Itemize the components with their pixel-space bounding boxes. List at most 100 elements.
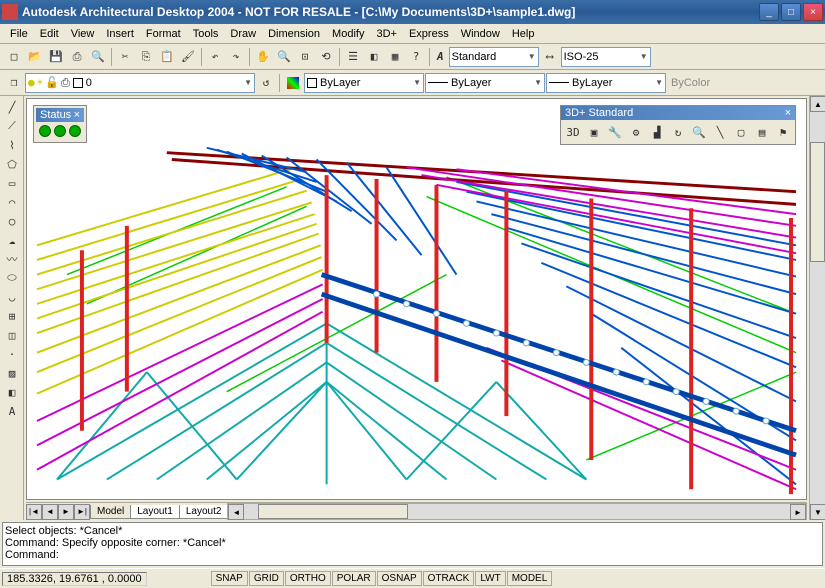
ellipse-tool[interactable]: ⬭ bbox=[2, 269, 22, 287]
color-button[interactable] bbox=[283, 73, 303, 93]
redo-button[interactable]: ↷ bbox=[226, 47, 246, 67]
color-combo[interactable]: ByLayer ▼ bbox=[304, 73, 424, 93]
coordinates-display[interactable]: 185.3326, 19.6761 , 0.0000 bbox=[2, 572, 147, 586]
command-window[interactable]: Select objects: *Cancel* Command: Specif… bbox=[2, 522, 823, 566]
osnap-toggle[interactable]: OSNAP bbox=[377, 571, 422, 586]
print-button[interactable]: ⎙ bbox=[67, 47, 87, 67]
layer-manager-button[interactable]: ❒ bbox=[4, 73, 24, 93]
lwt-toggle[interactable]: LWT bbox=[475, 571, 505, 586]
scroll-down-button[interactable]: ▼ bbox=[810, 504, 825, 520]
menu-insert[interactable]: Insert bbox=[100, 26, 140, 42]
properties-button[interactable]: ☰ bbox=[343, 47, 363, 67]
scroll-right-button[interactable]: ► bbox=[790, 504, 806, 520]
maximize-button[interactable]: □ bbox=[781, 3, 801, 21]
ortho-toggle[interactable]: ORTHO bbox=[285, 571, 331, 586]
line-tool[interactable]: ╱ bbox=[2, 98, 22, 116]
undo-button[interactable]: ↶ bbox=[205, 47, 225, 67]
scroll-left-button[interactable]: ◄ bbox=[228, 504, 244, 520]
arc-tool[interactable]: ⌒ bbox=[2, 193, 22, 211]
dimstyle-button[interactable]: ⟷ bbox=[540, 47, 560, 67]
menu-draw[interactable]: Draw bbox=[224, 26, 262, 42]
designcenter-button[interactable]: ◧ bbox=[364, 47, 384, 67]
open-button[interactable]: 📂 bbox=[25, 47, 45, 67]
zoomprev-button[interactable]: ⟲ bbox=[316, 47, 336, 67]
model-toggle[interactable]: MODEL bbox=[507, 571, 553, 586]
otrack-toggle[interactable]: OTRACK bbox=[423, 571, 475, 586]
3d-button-4[interactable]: ⚙ bbox=[626, 122, 646, 142]
3dplus-toolbar-close[interactable]: × bbox=[785, 107, 791, 119]
menu-format[interactable]: Format bbox=[140, 26, 187, 42]
status-dot-2[interactable] bbox=[54, 125, 66, 137]
menu-modify[interactable]: Modify bbox=[326, 26, 370, 42]
menu-express[interactable]: Express bbox=[403, 26, 455, 42]
menu-file[interactable]: File bbox=[4, 26, 34, 42]
tab-first-button[interactable]: |◄ bbox=[26, 504, 42, 520]
cut-button[interactable]: ✂ bbox=[115, 47, 135, 67]
menu-view[interactable]: View bbox=[65, 26, 101, 42]
3d-button-2[interactable]: ▣ bbox=[584, 122, 604, 142]
text-tool[interactable]: A bbox=[2, 402, 22, 420]
3d-button-3[interactable]: 🔧 bbox=[605, 122, 625, 142]
spline-tool[interactable]: 〰 bbox=[2, 250, 22, 268]
grid-toggle[interactable]: GRID bbox=[249, 571, 284, 586]
matchprop-button[interactable]: 🖌 bbox=[178, 47, 198, 67]
xline-tool[interactable]: ⟋ bbox=[2, 117, 22, 135]
3d-button-8[interactable]: ╲ bbox=[710, 122, 730, 142]
tab-last-button[interactable]: ►| bbox=[74, 504, 90, 520]
hatch-tool[interactable]: ▨ bbox=[2, 364, 22, 382]
status-panel-titlebar[interactable]: Status × bbox=[36, 108, 84, 122]
revcloud-tool[interactable]: ☁ bbox=[2, 231, 22, 249]
vscrollbar[interactable]: ▲ ▼ bbox=[809, 96, 825, 520]
snap-toggle[interactable]: SNAP bbox=[211, 571, 248, 586]
ellipsearc-tool[interactable]: ◡ bbox=[2, 288, 22, 306]
rectangle-tool[interactable]: ▭ bbox=[2, 174, 22, 192]
makeblock-tool[interactable]: ◫ bbox=[2, 326, 22, 344]
status-panel-close[interactable]: × bbox=[74, 109, 80, 121]
dimstyle-combo[interactable]: ISO-25 ▼ bbox=[561, 47, 651, 67]
tab-model[interactable]: Model bbox=[90, 505, 131, 519]
menu-dimension[interactable]: Dimension bbox=[262, 26, 326, 42]
paste-button[interactable]: 📋 bbox=[157, 47, 177, 67]
3d-button-7[interactable]: 🔍 bbox=[689, 122, 709, 142]
status-dot-1[interactable] bbox=[39, 125, 51, 137]
lineweight-combo[interactable]: ByLayer ▼ bbox=[546, 73, 666, 93]
hscroll-thumb[interactable] bbox=[258, 504, 408, 519]
region-tool[interactable]: ◧ bbox=[2, 383, 22, 401]
3d-button-1[interactable]: 3D bbox=[563, 122, 583, 142]
zoom-button[interactable]: 🔍 bbox=[274, 47, 294, 67]
layerprev-button[interactable]: ↺ bbox=[256, 73, 276, 93]
tab-layout2[interactable]: Layout2 bbox=[179, 505, 229, 519]
tab-layout1[interactable]: Layout1 bbox=[130, 505, 180, 519]
status-dot-3[interactable] bbox=[69, 125, 81, 137]
linetype-combo[interactable]: ByLayer ▼ bbox=[425, 73, 545, 93]
save-button[interactable]: 💾 bbox=[46, 47, 66, 67]
3d-button-10[interactable]: ▤ bbox=[752, 122, 772, 142]
menu-help[interactable]: Help bbox=[506, 26, 541, 42]
help-button[interactable]: ? bbox=[406, 47, 426, 67]
drawing-canvas[interactable]: Status × 3D+ Standard × 3D ▣ 🔧 bbox=[26, 98, 807, 500]
polyline-tool[interactable]: ⌇ bbox=[2, 136, 22, 154]
insertblock-tool[interactable]: ⊞ bbox=[2, 307, 22, 325]
3d-button-5[interactable]: ▟ bbox=[647, 122, 667, 142]
menu-edit[interactable]: Edit bbox=[34, 26, 65, 42]
menu-3dplus[interactable]: 3D+ bbox=[370, 26, 403, 42]
3dplus-toolbar-titlebar[interactable]: 3D+ Standard × bbox=[561, 106, 795, 120]
point-tool[interactable]: · bbox=[2, 345, 22, 363]
tab-prev-button[interactable]: ◄ bbox=[42, 504, 58, 520]
preview-button[interactable]: 🔍 bbox=[88, 47, 108, 67]
new-button[interactable]: □ bbox=[4, 47, 24, 67]
circle-tool[interactable]: ○ bbox=[2, 212, 22, 230]
textstyle-combo[interactable]: Standard ▼ bbox=[449, 47, 539, 67]
copy-button[interactable]: ⎘ bbox=[136, 47, 156, 67]
3d-button-11[interactable]: ⚑ bbox=[773, 122, 793, 142]
3d-button-9[interactable]: ▢ bbox=[731, 122, 751, 142]
toolpalette-button[interactable]: ▦ bbox=[385, 47, 405, 67]
zoomwin-button[interactable]: ⊡ bbox=[295, 47, 315, 67]
menu-tools[interactable]: Tools bbox=[187, 26, 225, 42]
tab-next-button[interactable]: ► bbox=[58, 504, 74, 520]
pan-button[interactable]: ✋ bbox=[253, 47, 273, 67]
layer-combo[interactable]: ● ☀ 🔓 ⎙ 0 ▼ bbox=[25, 73, 255, 93]
polar-toggle[interactable]: POLAR bbox=[332, 571, 376, 586]
close-button[interactable]: × bbox=[803, 3, 823, 21]
minimize-button[interactable]: _ bbox=[759, 3, 779, 21]
